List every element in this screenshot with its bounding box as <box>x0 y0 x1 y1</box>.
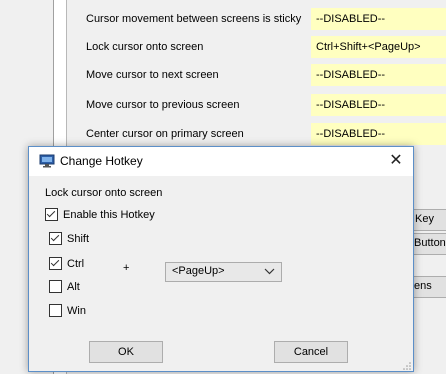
checkbox-box[interactable] <box>49 232 62 245</box>
cancel-button[interactable]: Cancel <box>274 341 348 363</box>
win-checkbox[interactable]: Win <box>49 304 86 317</box>
ok-button[interactable]: OK <box>89 341 163 363</box>
setting-label: Lock cursor onto screen <box>86 41 204 53</box>
checkbox-box[interactable] <box>49 304 62 317</box>
ctrl-checkbox[interactable]: Ctrl <box>49 257 84 270</box>
checkbox-box[interactable] <box>45 208 58 221</box>
setting-row-previous-screen[interactable]: Move cursor to previous screen --DISABLE… <box>66 91 446 119</box>
setting-value[interactable]: Ctrl+Shift+<PageUp> <box>311 36 446 58</box>
plus-sign: + <box>123 262 130 274</box>
dialog-title: Change Hotkey <box>60 154 143 168</box>
setting-row-next-screen[interactable]: Move cursor to next screen --DISABLED-- <box>66 61 446 89</box>
hotkey-action-label: Lock cursor onto screen <box>45 187 163 199</box>
alt-checkbox[interactable]: Alt <box>49 280 80 293</box>
setting-value[interactable]: --DISABLED-- <box>311 94 446 116</box>
enable-hotkey-checkbox[interactable]: Enable this Hotkey <box>45 208 155 221</box>
resize-grip-icon[interactable] <box>403 361 411 370</box>
checkbox-box[interactable] <box>49 280 62 293</box>
chevron-down-icon <box>264 266 275 277</box>
setting-row-lock-cursor[interactable]: Lock cursor onto screen Ctrl+Shift+<Page… <box>66 33 446 61</box>
setting-value[interactable]: --DISABLED-- <box>311 123 446 145</box>
setting-row-center-cursor[interactable]: Center cursor on primary screen --DISABL… <box>66 120 446 148</box>
setting-value[interactable]: --DISABLED-- <box>311 8 446 30</box>
shift-checkbox[interactable]: Shift <box>49 232 89 245</box>
setting-row-sticky[interactable]: Cursor movement between screens is stick… <box>66 5 446 33</box>
close-icon[interactable]: ✕ <box>379 147 413 176</box>
monitor-icon <box>39 153 55 169</box>
dialog-titlebar[interactable]: Change Hotkey ✕ <box>29 147 413 176</box>
setting-value[interactable]: --DISABLED-- <box>311 64 446 86</box>
key-select[interactable]: <PageUp> <box>165 262 282 282</box>
setting-label: Move cursor to next screen <box>86 69 219 81</box>
checkbox-box[interactable] <box>49 257 62 270</box>
setting-label: Center cursor on primary screen <box>86 128 244 140</box>
key-select-value: <PageUp> <box>172 265 225 277</box>
setting-label: Cursor movement between screens is stick… <box>86 13 302 25</box>
setting-label: Move cursor to previous screen <box>86 99 240 111</box>
change-hotkey-dialog: Change Hotkey ✕ Lock cursor onto screen … <box>28 146 414 372</box>
